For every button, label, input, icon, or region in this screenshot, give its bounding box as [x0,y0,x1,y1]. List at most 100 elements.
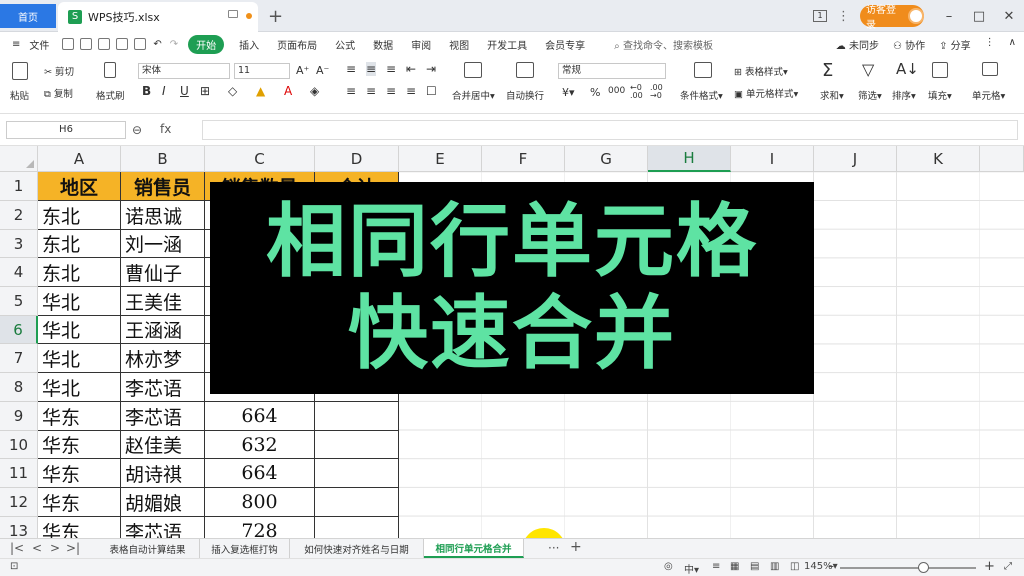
table-cell[interactable]: 东北 [38,201,121,230]
tab-data[interactable]: 数据 [373,37,393,52]
tab-home[interactable]: 开始 [188,34,225,54]
table-cell[interactable]: 李芯语 [121,373,205,402]
table-cell[interactable]: 728 [205,517,315,538]
table-cell[interactable] [315,488,399,517]
fullscreen-icon[interactable]: ⤢ [1004,561,1012,572]
open-file-icon[interactable] [80,38,93,50]
table-cell[interactable]: 华北 [38,373,121,402]
wrap-text-icon[interactable] [516,62,534,78]
table-cell[interactable]: 800 [205,488,315,517]
column-header-selected[interactable]: H [648,146,731,172]
next-sheet-icon[interactable]: > [50,541,60,555]
redo-icon[interactable]: ↷ [170,39,178,50]
zoom-in-button[interactable]: + [984,559,995,574]
column-header[interactable]: K [897,146,980,172]
more-sheets-button[interactable]: ··· [548,541,559,555]
zoom-slider-track[interactable] [840,567,976,569]
table-cell[interactable]: 东北 [38,230,121,258]
sheet-tab[interactable]: 表格自动计算结果 [96,539,200,558]
filter-icon[interactable]: ▽ [862,60,874,79]
row-header[interactable]: 5 [0,287,38,316]
row-header[interactable]: 8 [0,373,38,402]
last-sheet-icon[interactable]: >| [66,541,80,555]
menu-file[interactable]: 文件 [29,37,49,52]
table-cell[interactable]: 刘一涵 [121,230,205,258]
add-sheet-button[interactable]: + [570,539,582,555]
row-header[interactable]: 1 [0,172,38,201]
sort-button[interactable]: 排序▾ [892,88,916,102]
table-cell[interactable]: 胡诗祺 [121,459,205,488]
underline-button[interactable]: U [180,84,189,98]
table-cell[interactable]: 632 [205,431,315,459]
close-button[interactable]: ✕ [994,9,1024,24]
home-tab[interactable]: 首页 [0,4,56,28]
row-header[interactable]: 4 [0,258,38,287]
tab-developer[interactable]: 开发工具 [487,37,527,52]
merge-center-icon[interactable] [464,62,482,78]
highlight-icon[interactable]: ▲ [256,84,265,98]
page-layout-view-icon[interactable]: ▤ [750,561,759,572]
table-cell[interactable]: 华北 [38,344,121,373]
paste-button[interactable]: 粘贴 [10,88,29,102]
fill-color-icon[interactable]: ◇ [228,84,237,98]
tab-page-layout[interactable]: 页面布局 [277,37,317,52]
column-header-empty[interactable] [980,146,1024,172]
paste-icon[interactable] [12,62,28,80]
font-size-select[interactable]: 11 [234,63,290,79]
formula-input[interactable] [202,120,1018,140]
preview-icon[interactable] [134,38,147,50]
clear-format-icon[interactable]: ◈ [310,84,319,98]
table-cell[interactable] [315,431,399,459]
table-cell[interactable]: 李芯语 [121,517,205,538]
table-cell[interactable]: 华东 [38,459,121,488]
more-menu-icon[interactable]: ⋮ [985,37,995,52]
reading-view-icon[interactable]: ◫ [790,561,799,572]
monitor-icon[interactable] [228,10,238,18]
table-cell[interactable] [315,402,399,431]
table-cell[interactable]: 王涵涵 [121,316,205,344]
column-header[interactable]: G [565,146,648,172]
more-icon[interactable]: ⋮ [837,9,850,24]
conditional-format-button[interactable]: 条件格式▾ [680,88,723,102]
page-break-view-icon[interactable]: ▥ [770,561,779,572]
table-cell[interactable]: 诺思诚 [121,201,205,230]
file-tab[interactable]: S WPS技巧.xlsx [58,2,258,32]
command-search[interactable]: ⌕ 查找命令、搜索模板 [614,37,713,52]
prev-sheet-icon[interactable]: < [32,541,42,555]
zoom-slider-handle[interactable] [918,562,929,573]
format-painter-icon[interactable] [104,62,116,78]
increase-decimal-icon[interactable]: ←0.00 [630,84,643,100]
table-cell[interactable] [315,517,399,538]
guest-login-button[interactable]: 访客登录 [860,5,924,31]
justify-icon[interactable]: ≡ [406,84,416,98]
sheet-tab-active[interactable]: 相同行单元格合并 [424,539,524,558]
fx-icon[interactable]: fx [160,122,171,136]
merge-center-button[interactable]: 合并居中▾ [452,88,495,102]
sheet-tab[interactable]: 如何快速对齐姓名与日期 [290,539,424,558]
name-box[interactable]: H6 [6,121,126,139]
macro-icon[interactable]: ⊡ [10,561,18,572]
indent-increase-icon[interactable]: ⇥ [426,62,436,76]
sync-status[interactable]: ☁ 未同步 [836,37,879,52]
conditional-format-icon[interactable] [694,62,712,78]
row-header[interactable]: 10 [0,431,38,459]
font-grow-icon[interactable]: A⁺ [296,64,309,77]
tab-insert[interactable]: 插入 [239,37,259,52]
menu-icon[interactable]: ≡ [712,561,720,572]
decrease-decimal-icon[interactable]: .00 →0 [650,84,663,100]
tab-member[interactable]: 会员专享 [545,37,585,52]
tab-review[interactable]: 审阅 [411,37,431,52]
table-cell[interactable]: 王美佳 [121,287,205,316]
sort-icon[interactable]: A↓ [896,60,919,78]
align-top-icon[interactable]: ≡ [346,62,356,76]
table-cell[interactable]: 华东 [38,488,121,517]
column-header[interactable]: B [121,146,205,172]
fill-button[interactable]: 填充▾ [928,88,952,102]
collab-button[interactable]: ⚇ 协作 [893,37,925,52]
table-cell[interactable] [315,459,399,488]
table-cell[interactable]: 华北 [38,316,121,344]
hamburger-icon[interactable]: ≡ [12,39,20,50]
collapse-ribbon-icon[interactable]: ∧ [1009,37,1016,52]
new-tab-button[interactable]: + [268,6,283,27]
column-header[interactable]: F [482,146,565,172]
